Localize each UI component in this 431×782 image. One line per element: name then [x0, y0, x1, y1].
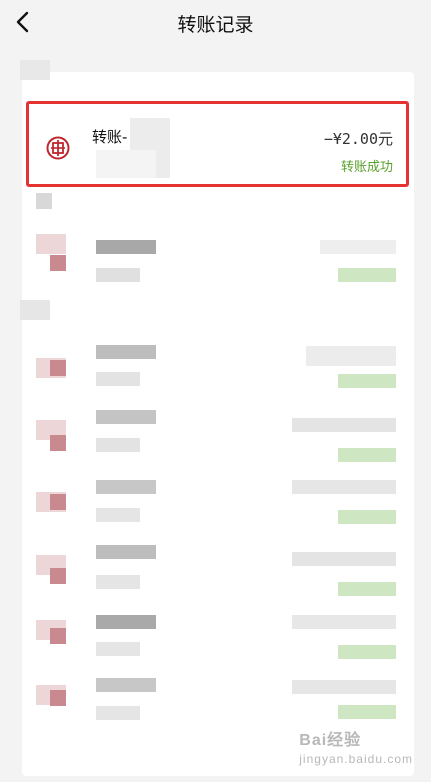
mosaic-block — [96, 508, 140, 522]
mosaic-block — [338, 374, 396, 388]
mosaic-block — [20, 300, 50, 320]
mosaic-block — [96, 345, 156, 359]
mosaic-block — [96, 438, 140, 452]
mosaic-block — [20, 60, 50, 80]
mosaic-block — [50, 690, 66, 706]
mosaic-block — [96, 706, 140, 720]
mosaic-block — [338, 582, 396, 596]
mosaic-block — [96, 642, 140, 656]
mosaic-block — [96, 575, 140, 589]
top-nav-bar: 转账记录 — [0, 0, 431, 44]
watermark-text: Bai经验 — [299, 732, 362, 749]
mosaic-block — [338, 448, 396, 462]
mosaic-block — [338, 705, 396, 719]
mosaic-block — [50, 435, 66, 451]
mosaic-block — [50, 494, 66, 510]
mosaic-block — [50, 360, 66, 376]
mosaic-block — [96, 678, 156, 692]
watermark-subtext: jingyan.baidu.com — [299, 752, 413, 766]
mosaic-block — [96, 372, 140, 386]
baidu-watermark: Bai经验 jingyan.baidu.com — [299, 726, 413, 768]
page-title: 转账记录 — [177, 14, 254, 36]
mosaic-block — [292, 680, 396, 694]
mosaic-block — [338, 645, 396, 659]
mosaic-block — [96, 240, 156, 254]
mosaic-block — [36, 234, 66, 254]
mosaic-block — [292, 552, 396, 566]
mosaic-block — [292, 480, 396, 494]
mosaic-block — [338, 268, 396, 282]
mosaic-block — [338, 510, 396, 524]
mosaic-block — [50, 568, 66, 584]
mosaic-block — [96, 480, 156, 494]
mosaic-block — [320, 240, 396, 254]
highlight-box — [26, 101, 409, 187]
mosaic-block — [50, 255, 66, 271]
mosaic-block — [292, 418, 396, 432]
mosaic-block — [96, 410, 156, 424]
mosaic-block — [96, 268, 140, 282]
mosaic-block — [96, 615, 156, 629]
mosaic-block — [50, 628, 66, 644]
mosaic-block — [96, 545, 156, 559]
mosaic-block — [36, 193, 52, 209]
mosaic-block — [306, 346, 396, 366]
mosaic-block — [292, 615, 396, 629]
